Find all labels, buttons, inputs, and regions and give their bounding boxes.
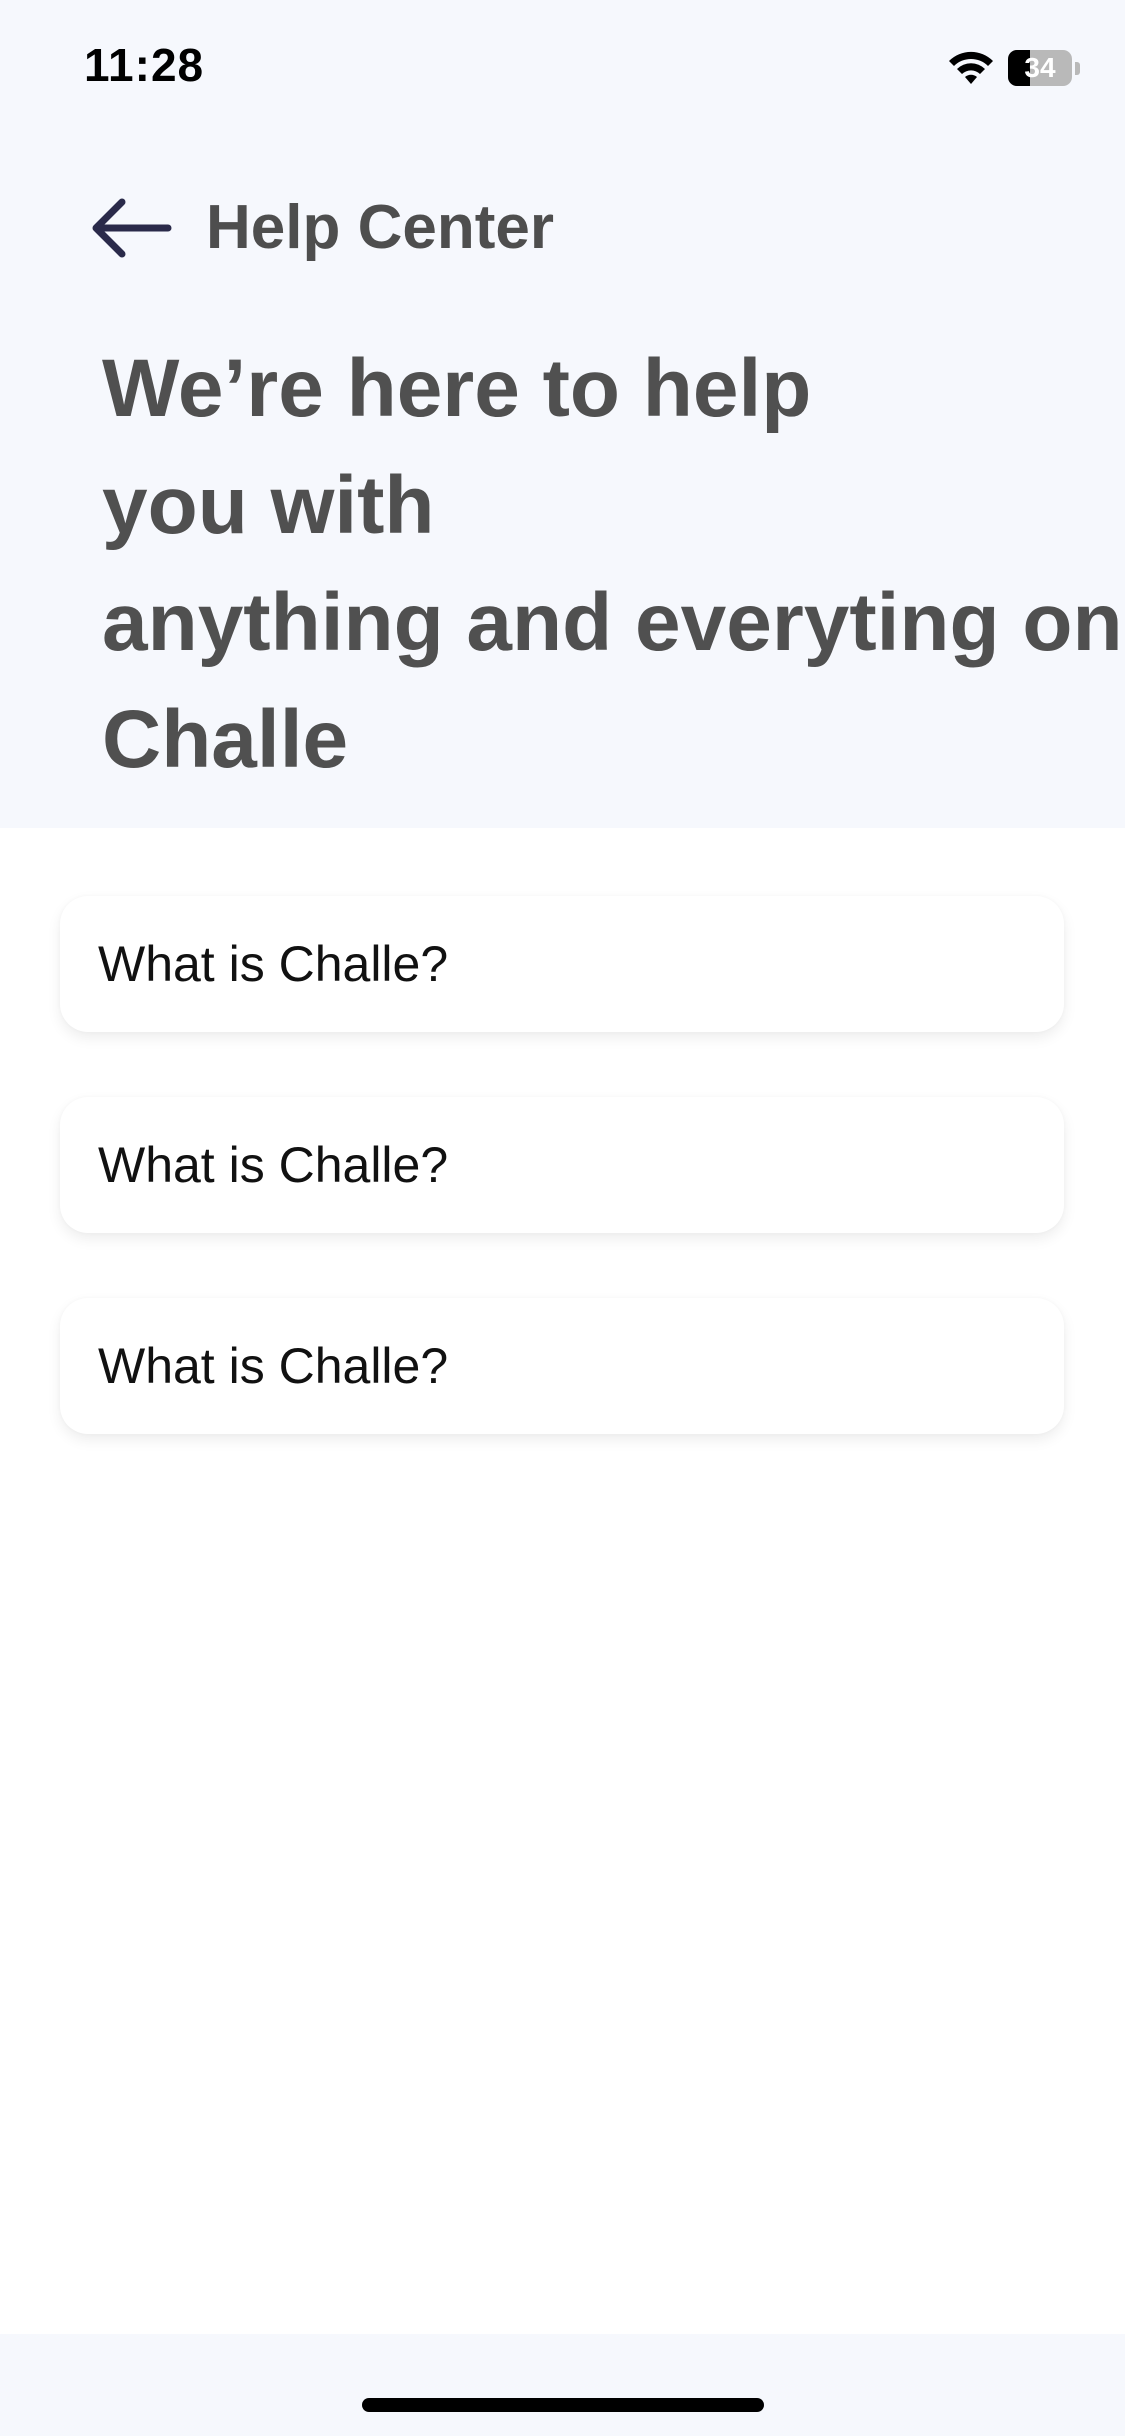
headline: We’re here to help you with anything and… <box>102 330 1123 798</box>
headline-line: We’re here to help <box>102 343 812 434</box>
status-bar: 11:28 34 <box>0 0 1125 140</box>
faq-question: What is Challe? <box>98 1338 449 1394</box>
headline-line: Challe <box>102 694 349 785</box>
battery-body: 34 <box>1008 50 1072 86</box>
battery-icon: 34 <box>1008 50 1080 88</box>
battery-cap <box>1075 62 1080 75</box>
headline-line: anything and everyting on <box>102 577 1123 668</box>
status-time: 11:28 <box>84 39 205 91</box>
bottom-bar <box>0 2334 1125 2436</box>
page-title: Help Center <box>206 193 554 262</box>
faq-item[interactable]: What is Challe? <box>60 896 1064 1032</box>
wifi-icon <box>949 51 993 84</box>
faq-list: What is Challe? What is Challe? What is … <box>60 896 1064 1499</box>
faq-question: What is Challe? <box>98 936 449 992</box>
faq-question: What is Challe? <box>98 1137 449 1193</box>
arrow-left-icon <box>92 198 172 258</box>
battery-level: 34 <box>1024 52 1056 83</box>
home-indicator[interactable] <box>362 2398 764 2412</box>
back-button[interactable] <box>80 188 180 268</box>
faq-item[interactable]: What is Challe? <box>60 1298 1064 1434</box>
headline-line: you with <box>102 460 435 551</box>
faq-item[interactable]: What is Challe? <box>60 1097 1064 1233</box>
